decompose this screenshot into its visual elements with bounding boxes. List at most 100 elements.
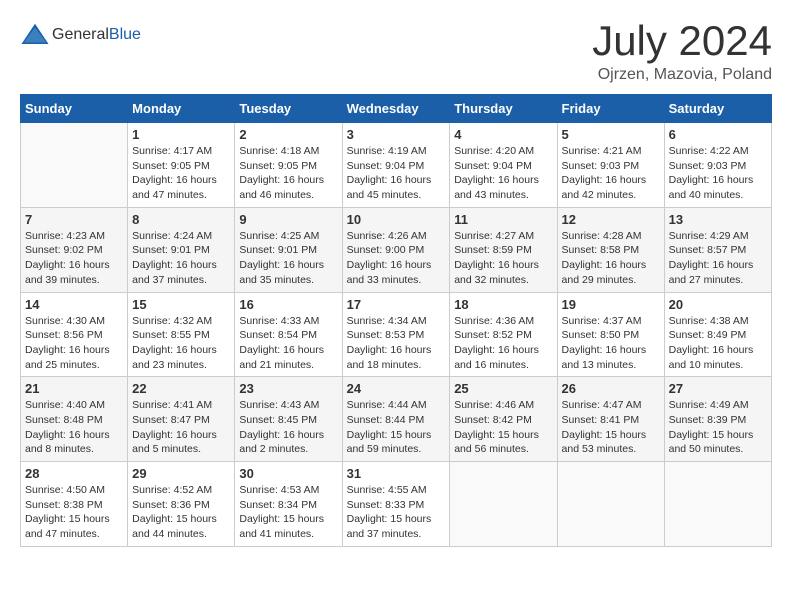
- calendar-cell: 12 Sunrise: 4:28 AM Sunset: 8:58 PM Dayli…: [557, 207, 664, 292]
- day-info: Sunrise: 4:20 AM Sunset: 9:04 PM Dayligh…: [454, 144, 552, 203]
- calendar-cell: 13Sunrise: 4:29 AM Sunset: 8:57 PM Dayli…: [664, 207, 771, 292]
- day-number: 16: [239, 297, 337, 312]
- day-number: 12: [562, 212, 660, 227]
- day-info: Sunrise: 4:18 AM Sunset: 9:05 PM Dayligh…: [239, 144, 337, 203]
- header-day-tuesday: Tuesday: [235, 95, 342, 123]
- calendar-body: 1 Sunrise: 4:17 AM Sunset: 9:05 PM Daylig…: [21, 123, 772, 547]
- calendar-week-1: 1 Sunrise: 4:17 AM Sunset: 9:05 PM Daylig…: [21, 123, 772, 208]
- day-info: Sunrise: 4:23 AM Sunset: 9:02 PM Dayligh…: [25, 229, 123, 288]
- day-info: Sunrise: 4:55 AM Sunset: 8:33 PM Dayligh…: [347, 483, 446, 542]
- calendar-cell: 18Sunrise: 4:36 AM Sunset: 8:52 PM Dayli…: [450, 292, 557, 377]
- calendar-week-4: 21Sunrise: 4:40 AM Sunset: 8:48 PM Dayli…: [21, 377, 772, 462]
- day-info: Sunrise: 4:24 AM Sunset: 9:01 PM Dayligh…: [132, 229, 230, 288]
- calendar-cell: 2 Sunrise: 4:18 AM Sunset: 9:05 PM Daylig…: [235, 123, 342, 208]
- calendar-cell: 20 Sunrise: 4:38 AM Sunset: 8:49 PM Dayli…: [664, 292, 771, 377]
- calendar-cell: 24 Sunrise: 4:44 AM Sunset: 8:44 PM Dayli…: [342, 377, 450, 462]
- day-number: 22: [132, 381, 230, 396]
- day-number: 26: [562, 381, 660, 396]
- calendar-cell: 22 Sunrise: 4:41 AM Sunset: 8:47 PM Dayli…: [128, 377, 235, 462]
- logo-general-text: General: [52, 26, 109, 43]
- day-info: Sunrise: 4:19 AM Sunset: 9:04 PM Dayligh…: [347, 144, 446, 203]
- day-number: 28: [25, 466, 123, 481]
- calendar-cell: 29Sunrise: 4:52 AM Sunset: 8:36 PM Dayli…: [128, 462, 235, 547]
- calendar-cell: 21Sunrise: 4:40 AM Sunset: 8:48 PM Dayli…: [21, 377, 128, 462]
- day-number: 5: [562, 127, 660, 142]
- calendar-cell: 23Sunrise: 4:43 AM Sunset: 8:45 PM Dayli…: [235, 377, 342, 462]
- day-info: Sunrise: 4:30 AM Sunset: 8:56 PM Dayligh…: [25, 314, 123, 373]
- calendar-cell: 31 Sunrise: 4:55 AM Sunset: 8:33 PM Dayli…: [342, 462, 450, 547]
- day-number: 13: [669, 212, 767, 227]
- day-number: 11: [454, 212, 552, 227]
- month-year-title: July 2024: [592, 20, 772, 62]
- day-info: Sunrise: 4:21 AM Sunset: 9:03 PM Dayligh…: [562, 144, 660, 203]
- calendar-cell: 14 Sunrise: 4:30 AM Sunset: 8:56 PM Dayli…: [21, 292, 128, 377]
- day-number: 31: [347, 466, 446, 481]
- header-day-friday: Friday: [557, 95, 664, 123]
- calendar-cell: [450, 462, 557, 547]
- calendar-header: SundayMondayTuesdayWednesdayThursdayFrid…: [21, 95, 772, 123]
- day-number: 20: [669, 297, 767, 312]
- day-info: Sunrise: 4:27 AM Sunset: 8:59 PM Dayligh…: [454, 229, 552, 288]
- logo-icon: [20, 20, 50, 50]
- calendar-table: SundayMondayTuesdayWednesdayThursdayFrid…: [20, 94, 772, 547]
- day-info: Sunrise: 4:36 AM Sunset: 8:52 PM Dayligh…: [454, 314, 552, 373]
- day-info: Sunrise: 4:33 AM Sunset: 8:54 PM Dayligh…: [239, 314, 337, 373]
- calendar-cell: 26 Sunrise: 4:47 AM Sunset: 8:41 PM Dayli…: [557, 377, 664, 462]
- calendar-cell: 9 Sunrise: 4:25 AM Sunset: 9:01 PM Daylig…: [235, 207, 342, 292]
- day-number: 1: [132, 127, 230, 142]
- calendar-cell: 25Sunrise: 4:46 AM Sunset: 8:42 PM Dayli…: [450, 377, 557, 462]
- calendar-cell: 8 Sunrise: 4:24 AM Sunset: 9:01 PM Daylig…: [128, 207, 235, 292]
- calendar-cell: 4 Sunrise: 4:20 AM Sunset: 9:04 PM Daylig…: [450, 123, 557, 208]
- day-number: 2: [239, 127, 337, 142]
- day-info: Sunrise: 4:38 AM Sunset: 8:49 PM Dayligh…: [669, 314, 767, 373]
- day-info: Sunrise: 4:25 AM Sunset: 9:01 PM Dayligh…: [239, 229, 337, 288]
- calendar-cell: 1 Sunrise: 4:17 AM Sunset: 9:05 PM Daylig…: [128, 123, 235, 208]
- day-info: Sunrise: 4:52 AM Sunset: 8:36 PM Dayligh…: [132, 483, 230, 542]
- page-header: GeneralBlue July 2024 Ojrzen, Mazovia, P…: [20, 20, 772, 84]
- day-number: 3: [347, 127, 446, 142]
- day-number: 7: [25, 212, 123, 227]
- calendar-cell: 27 Sunrise: 4:49 AM Sunset: 8:39 PM Dayli…: [664, 377, 771, 462]
- header-day-thursday: Thursday: [450, 95, 557, 123]
- calendar-week-3: 14 Sunrise: 4:30 AM Sunset: 8:56 PM Dayli…: [21, 292, 772, 377]
- day-number: 21: [25, 381, 123, 396]
- header-day-monday: Monday: [128, 95, 235, 123]
- day-info: Sunrise: 4:32 AM Sunset: 8:55 PM Dayligh…: [132, 314, 230, 373]
- day-number: 6: [669, 127, 767, 142]
- day-info: Sunrise: 4:17 AM Sunset: 9:05 PM Dayligh…: [132, 144, 230, 203]
- day-number: 15: [132, 297, 230, 312]
- day-number: 9: [239, 212, 337, 227]
- day-number: 8: [132, 212, 230, 227]
- day-info: Sunrise: 4:49 AM Sunset: 8:39 PM Dayligh…: [669, 398, 767, 457]
- day-number: 27: [669, 381, 767, 396]
- day-number: 19: [562, 297, 660, 312]
- day-number: 24: [347, 381, 446, 396]
- logo-blue-text: Blue: [109, 26, 141, 43]
- calendar-week-2: 7 Sunrise: 4:23 AM Sunset: 9:02 PM Daylig…: [21, 207, 772, 292]
- calendar-cell: 28Sunrise: 4:50 AM Sunset: 8:38 PM Dayli…: [21, 462, 128, 547]
- day-info: Sunrise: 4:53 AM Sunset: 8:34 PM Dayligh…: [239, 483, 337, 542]
- day-number: 4: [454, 127, 552, 142]
- calendar-cell: 6 Sunrise: 4:22 AM Sunset: 9:03 PM Daylig…: [664, 123, 771, 208]
- day-info: Sunrise: 4:41 AM Sunset: 8:47 PM Dayligh…: [132, 398, 230, 457]
- calendar-cell: 5 Sunrise: 4:21 AM Sunset: 9:03 PM Daylig…: [557, 123, 664, 208]
- day-info: Sunrise: 4:47 AM Sunset: 8:41 PM Dayligh…: [562, 398, 660, 457]
- calendar-cell: 11 Sunrise: 4:27 AM Sunset: 8:59 PM Dayli…: [450, 207, 557, 292]
- day-info: Sunrise: 4:44 AM Sunset: 8:44 PM Dayligh…: [347, 398, 446, 457]
- header-day-saturday: Saturday: [664, 95, 771, 123]
- day-info: Sunrise: 4:28 AM Sunset: 8:58 PM Dayligh…: [562, 229, 660, 288]
- day-number: 14: [25, 297, 123, 312]
- calendar-cell: 19Sunrise: 4:37 AM Sunset: 8:50 PM Dayli…: [557, 292, 664, 377]
- header-day-sunday: Sunday: [21, 95, 128, 123]
- day-info: Sunrise: 4:22 AM Sunset: 9:03 PM Dayligh…: [669, 144, 767, 203]
- calendar-cell: [21, 123, 128, 208]
- logo: GeneralBlue: [20, 20, 141, 50]
- day-number: 10: [347, 212, 446, 227]
- day-number: 23: [239, 381, 337, 396]
- calendar-cell: 30 Sunrise: 4:53 AM Sunset: 8:34 PM Dayli…: [235, 462, 342, 547]
- calendar-cell: 17Sunrise: 4:34 AM Sunset: 8:53 PM Dayli…: [342, 292, 450, 377]
- day-number: 30: [239, 466, 337, 481]
- calendar-cell: 7 Sunrise: 4:23 AM Sunset: 9:02 PM Daylig…: [21, 207, 128, 292]
- header-day-wednesday: Wednesday: [342, 95, 450, 123]
- calendar-cell: 10Sunrise: 4:26 AM Sunset: 9:00 PM Dayli…: [342, 207, 450, 292]
